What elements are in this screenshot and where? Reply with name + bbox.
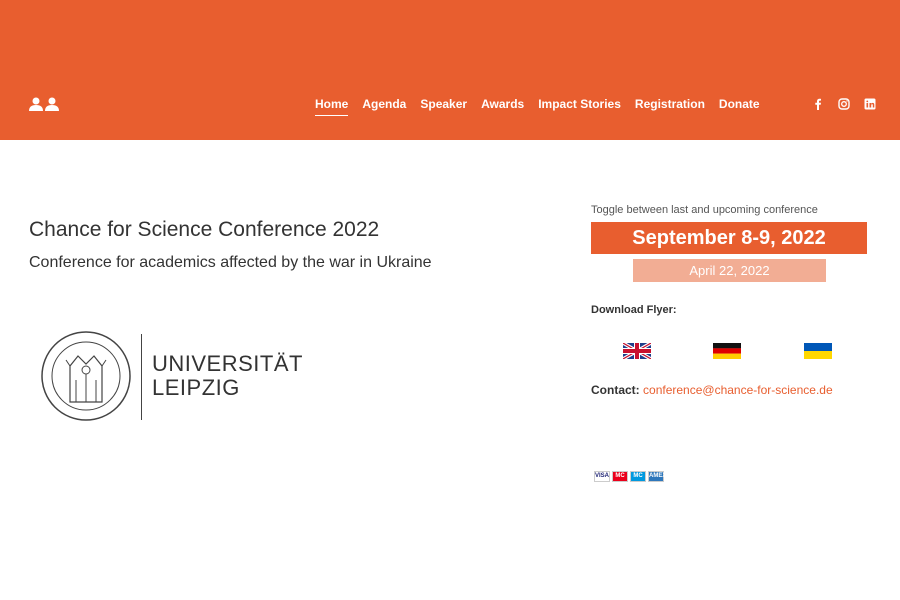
page-subtitle: Conference for academics affected by the… — [29, 254, 432, 271]
linkedin-icon[interactable] — [864, 97, 876, 110]
nav-speaker[interactable]: Speaker — [413, 96, 474, 116]
uk-flag-icon[interactable] — [623, 343, 651, 359]
conference-toggle-label: Toggle between last and upcoming confere… — [591, 204, 818, 216]
logo-divider — [141, 334, 142, 420]
university-name-line1: UNIVERSITÄT — [152, 351, 303, 376]
facebook-icon[interactable] — [812, 97, 824, 110]
social-links — [812, 97, 876, 110]
nav-awards[interactable]: Awards — [474, 96, 531, 116]
university-logo: UNIVERSITÄT LEIPZIG — [40, 331, 303, 422]
nav-agenda[interactable]: Agenda — [355, 96, 413, 116]
main-nav: Home Agenda Speaker Awards Impact Storie… — [308, 96, 767, 116]
amex-card-icon: AMEX — [648, 471, 666, 482]
upcoming-conference-button[interactable]: September 8-9, 2022 — [591, 222, 867, 254]
nav-impact-stories[interactable]: Impact Stories — [531, 96, 628, 116]
contact-line: Contact: conference@chance-for-science.d… — [591, 383, 833, 397]
university-name: UNIVERSITÄT LEIPZIG — [152, 352, 303, 400]
contact-label: Contact: — [591, 383, 640, 397]
flyer-label: Download Flyer: — [591, 304, 677, 316]
nav-donate[interactable]: Donate — [712, 96, 767, 116]
payment-methods: VISA MC MC AMEX — [594, 471, 666, 482]
contact-email-link[interactable]: conference@chance-for-science.de — [643, 383, 833, 397]
germany-flag-icon[interactable] — [713, 343, 741, 359]
university-seal-icon — [41, 331, 131, 421]
ukraine-flag-icon[interactable] — [804, 343, 832, 359]
nav-home[interactable]: Home — [308, 96, 355, 116]
last-conference-button[interactable]: April 22, 2022 — [633, 259, 826, 282]
visa-card-icon: VISA — [594, 471, 610, 482]
university-name-line2: LEIPZIG — [152, 375, 240, 400]
nav-registration[interactable]: Registration — [628, 96, 712, 116]
site-header: Home Agenda Speaker Awards Impact Storie… — [0, 0, 900, 140]
page-title: Chance for Science Conference 2022 — [29, 218, 380, 241]
mastercard-icon: MC — [612, 471, 628, 482]
instagram-icon[interactable] — [838, 97, 850, 110]
people-icon[interactable] — [28, 97, 60, 111]
maestro-card-icon: MC — [630, 471, 646, 482]
